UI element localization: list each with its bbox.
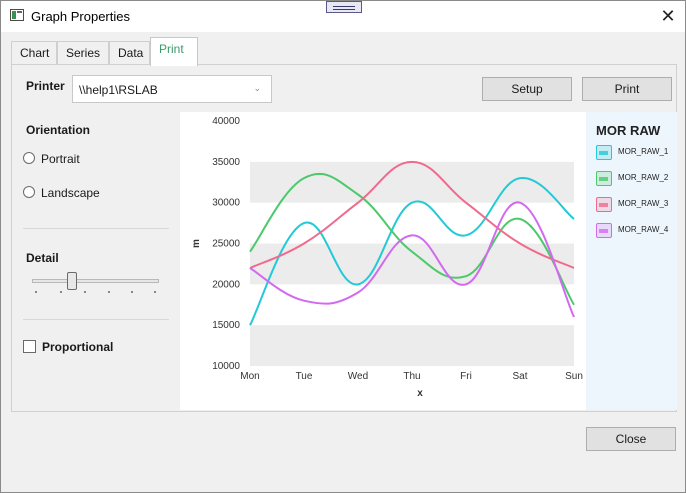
detail-label: Detail: [26, 251, 59, 265]
legend-swatch: [596, 197, 612, 212]
proportional-checkbox[interactable]: [23, 340, 36, 353]
y-tick-label: 40000: [212, 116, 240, 127]
legend-title: MOR RAW: [596, 123, 661, 138]
x-tick-label: Sat: [512, 371, 527, 382]
portrait-radio[interactable]: [23, 152, 35, 164]
close-icon[interactable]: ✕: [656, 5, 680, 27]
legend-swatch: [596, 145, 612, 160]
slider-tick: [131, 291, 133, 293]
divider: [23, 319, 169, 320]
setup-button[interactable]: Setup: [482, 77, 572, 101]
line-chart: 10000 15000 20000 25000 30000 35000 40000 Mon Tu…: [191, 116, 583, 399]
x-axis-label: x: [417, 388, 423, 399]
detail-slider-thumb[interactable]: [67, 272, 77, 290]
legend-swatch: [596, 171, 612, 186]
window-title: Graph Properties: [31, 9, 130, 24]
tab-chart[interactable]: Chart: [11, 41, 57, 65]
y-tick-label: 30000: [212, 198, 240, 209]
landscape-label: Landscape: [41, 186, 100, 200]
proportional-label: Proportional: [42, 340, 114, 354]
chart-legend: MOR RAW MOR_RAW_1 MOR_RAW_2 MOR_RAW_3 MOR_R…: [586, 112, 677, 410]
y-tick-label: 10000: [212, 361, 240, 372]
detail-slider-track[interactable]: [32, 279, 159, 283]
y-tick-label: 35000: [212, 157, 240, 168]
title-bar: Graph Properties ✕: [1, 1, 685, 32]
drag-handle[interactable]: [326, 1, 362, 13]
chevron-down-icon: ⌄: [253, 83, 261, 93]
orientation-label: Orientation: [26, 123, 91, 137]
legend-label: MOR_RAW_1: [618, 147, 669, 156]
slider-tick: [84, 291, 86, 293]
slider-tick: [108, 291, 110, 293]
tab-series[interactable]: Series: [57, 41, 109, 65]
slider-tick: [60, 291, 62, 293]
y-tick-label: 20000: [212, 279, 240, 290]
divider: [23, 228, 169, 229]
x-tick-label: Tue: [296, 371, 313, 382]
y-tick-label: 25000: [212, 239, 240, 250]
printer-label: Printer: [26, 79, 65, 93]
x-tick-label: Mon: [240, 371, 259, 382]
print-button[interactable]: Print: [582, 77, 672, 101]
tab-data[interactable]: Data: [109, 41, 150, 65]
x-tick-label: Wed: [348, 371, 368, 382]
graph-properties-window: Graph Properties ✕ Chart Series Data Pri…: [0, 0, 686, 493]
app-icon: [10, 9, 24, 21]
slider-tick: [35, 291, 37, 293]
grid-band: [250, 243, 574, 285]
y-tick-label: 15000: [212, 320, 240, 331]
printer-select[interactable]: \\help1\RSLAB ⌄: [72, 75, 272, 103]
chart-preview: 10000 15000 20000 25000 30000 35000 40000 Mon Tu…: [180, 112, 586, 410]
legend-swatch: [596, 223, 612, 238]
y-axis-label: m: [191, 239, 202, 248]
legend-label: MOR_RAW_4: [618, 225, 669, 234]
x-tick-label: Sun: [565, 371, 583, 382]
tab-print[interactable]: Print: [150, 37, 198, 66]
landscape-radio[interactable]: [23, 186, 35, 198]
legend-label: MOR_RAW_2: [618, 173, 669, 182]
x-tick-label: Thu: [403, 371, 420, 382]
slider-tick: [154, 291, 156, 293]
close-button[interactable]: Close: [586, 427, 676, 451]
portrait-label: Portrait: [41, 152, 80, 166]
printer-value: \\help1\RSLAB: [79, 83, 158, 97]
x-tick-label: Fri: [460, 371, 472, 382]
legend-label: MOR_RAW_3: [618, 199, 669, 208]
grid-band: [250, 325, 574, 366]
